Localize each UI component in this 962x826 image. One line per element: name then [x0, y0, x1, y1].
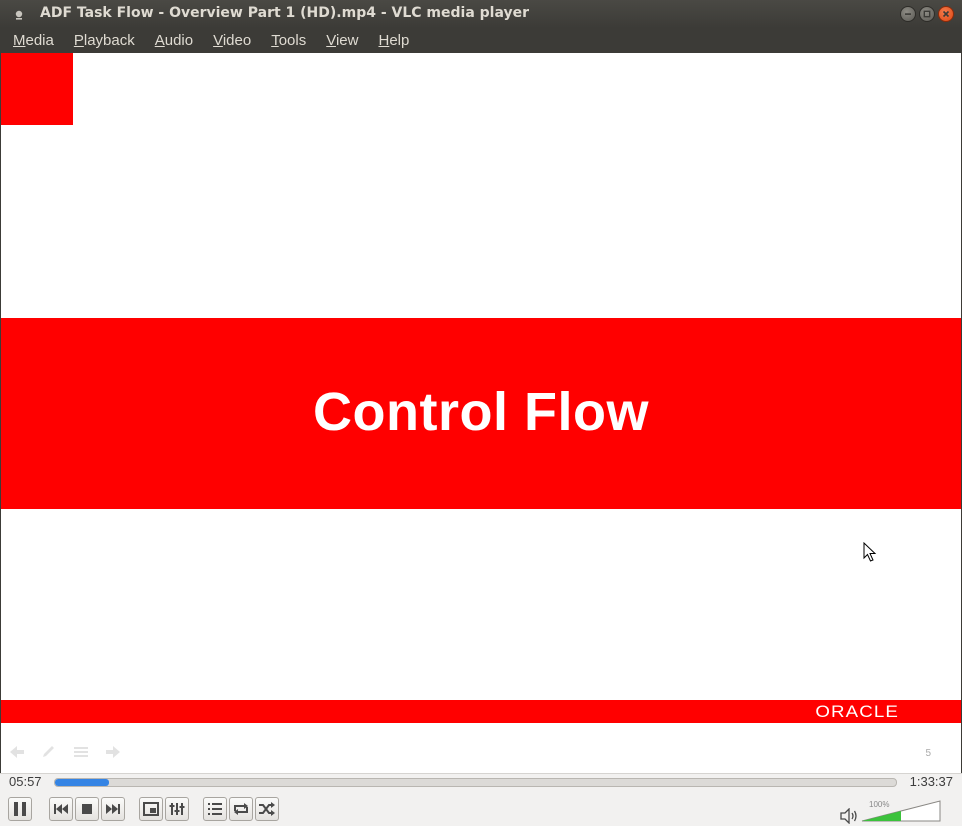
playlist-button[interactable] — [203, 797, 227, 821]
skip-back-icon — [54, 804, 68, 814]
loop-icon — [234, 803, 248, 815]
shuffle-button[interactable] — [255, 797, 279, 821]
menu-media[interactable]: Media — [3, 28, 64, 53]
shuffle-icon — [259, 802, 275, 816]
slide-number: 5 — [925, 748, 931, 759]
mouse-cursor-icon — [863, 542, 877, 562]
close-icon[interactable] — [938, 6, 954, 22]
skip-forward-icon — [106, 804, 120, 814]
menu-help[interactable]: Help — [368, 28, 419, 53]
menu-audio[interactable]: Audio — [145, 28, 203, 53]
player-controls: 05:57 1:33:37 100% — [0, 773, 962, 826]
video-display[interactable]: Control Flow ORACLE — [1, 53, 961, 725]
fullscreen-button[interactable] — [139, 797, 163, 821]
speaker-icon[interactable] — [840, 808, 858, 824]
stop-icon — [82, 804, 92, 814]
minimize-icon[interactable] — [900, 6, 916, 22]
slide-title-band: Control Flow — [1, 318, 961, 509]
window-controls — [900, 6, 954, 22]
pencil-icon — [43, 746, 54, 757]
menu-list-icon — [74, 747, 88, 757]
slide-corner-block — [1, 53, 73, 125]
maximize-icon[interactable] — [919, 6, 935, 22]
pause-button[interactable] — [8, 797, 32, 821]
back-arrow-icon — [10, 746, 24, 758]
elapsed-time[interactable]: 05:57 — [9, 774, 42, 789]
volume-slider[interactable] — [861, 800, 941, 822]
title-bar[interactable]: ADF Task Flow - Overview Part 1 (HD).mp4… — [0, 0, 962, 28]
playlist-icon — [208, 803, 222, 815]
loop-button[interactable] — [229, 797, 253, 821]
menu-view[interactable]: View — [316, 28, 368, 53]
menu-tools[interactable]: Tools — [261, 28, 316, 53]
oracle-logo: ORACLE — [815, 702, 899, 721]
seek-slider[interactable] — [54, 778, 897, 787]
window-menu-icon[interactable] — [12, 8, 26, 22]
equalizer-icon — [169, 803, 185, 815]
slide-navigation: 5 — [1, 725, 961, 773]
volume-level — [862, 801, 901, 821]
pause-icon — [14, 802, 26, 816]
next-button[interactable] — [101, 797, 125, 821]
slide-footer-band: ORACLE — [1, 700, 961, 723]
window-title: ADF Task Flow - Overview Part 1 (HD).mp4… — [40, 5, 530, 21]
previous-button[interactable] — [49, 797, 73, 821]
stop-button[interactable] — [75, 797, 99, 821]
forward-arrow-icon — [106, 746, 120, 758]
menu-bar: Media Playback Audio Video Tools View He… — [0, 28, 962, 53]
fullscreen-icon — [143, 802, 159, 816]
seek-progress — [55, 779, 109, 786]
menu-playback[interactable]: Playback — [64, 28, 145, 53]
total-time[interactable]: 1:33:37 — [910, 774, 953, 789]
slide-title: Control Flow — [313, 381, 649, 442]
extended-settings-button[interactable] — [165, 797, 189, 821]
menu-video[interactable]: Video — [203, 28, 261, 53]
